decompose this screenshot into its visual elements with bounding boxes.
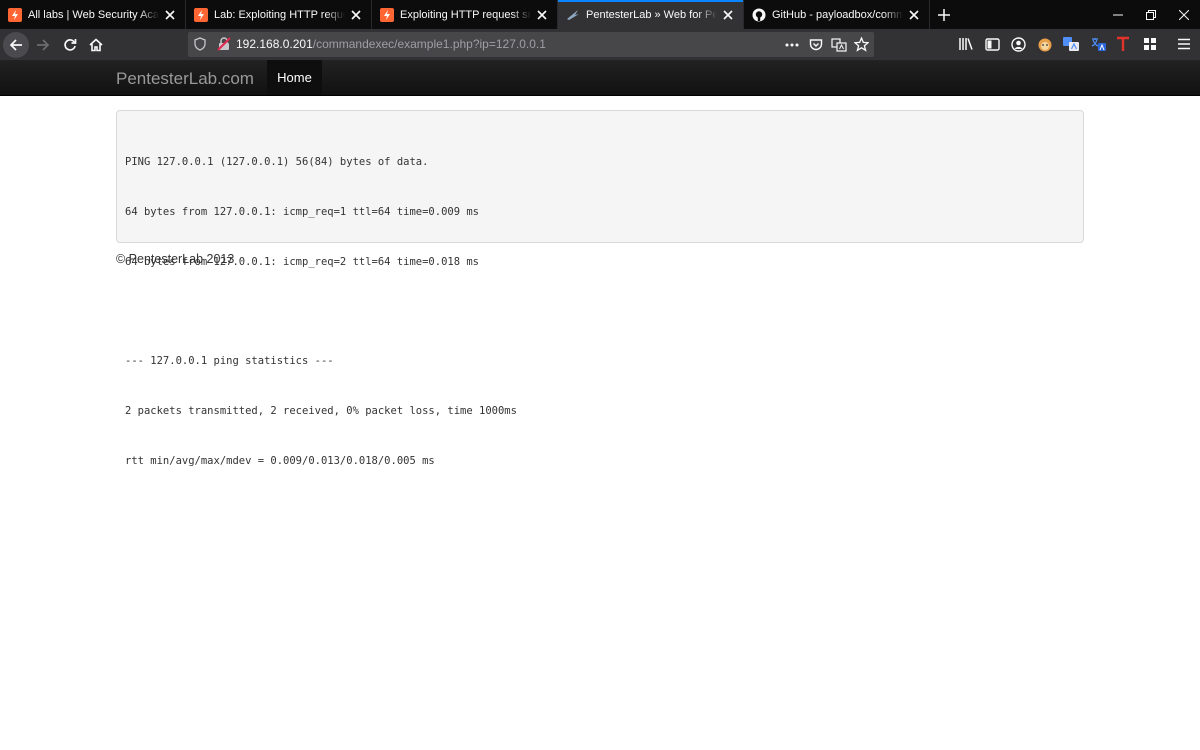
close-icon[interactable] (535, 8, 549, 22)
pocket-icon (809, 38, 822, 50)
tab-title: All labs | Web Security Academy (28, 8, 159, 21)
window-controls (1101, 0, 1200, 29)
portswigger-icon (380, 7, 394, 22)
output-line: PING 127.0.0.1 (127.0.0.1) 56(84) bytes … (125, 156, 429, 169)
translate-alt-icon (1091, 38, 1106, 51)
new-tab-button[interactable] (930, 0, 958, 29)
url-path: /commandexec/example1.php?ip=127.0.0.1 (312, 37, 546, 51)
forward-button[interactable] (30, 32, 56, 58)
account-icon (1010, 36, 1026, 52)
tab-title: Lab: Exploiting HTTP request smuggling (214, 8, 345, 21)
more-dots-icon (785, 43, 798, 46)
minimize-button[interactable] (1101, 0, 1134, 29)
account-button[interactable] (1009, 35, 1027, 53)
home-button[interactable] (83, 32, 109, 58)
pentesterlab-icon (566, 8, 580, 22)
translate-icon (830, 37, 847, 52)
close-icon[interactable] (163, 8, 177, 22)
page-footer: © PentesterLab 2013 (116, 252, 235, 266)
restore-button[interactable] (1134, 0, 1167, 29)
hamburger-menu-icon (1178, 38, 1190, 50)
tab-lab-smuggling[interactable]: Lab: Exploiting HTTP request smuggling (186, 0, 372, 29)
output-line: 2 packets transmitted, 2 received, 0% pa… (125, 405, 517, 418)
forward-arrow-icon (37, 39, 50, 51)
translate-extension-icon (1063, 37, 1079, 51)
url-bar[interactable]: 192.168.0.201/commandexec/example1.php?i… (188, 32, 874, 57)
tab-title: PentesterLab » Web for Pentester (586, 8, 717, 21)
reload-icon (64, 39, 77, 51)
back-button[interactable] (3, 32, 29, 58)
navigation-toolbar: 192.168.0.201/commandexec/example1.php?i… (0, 29, 1200, 70)
tab-all-labs[interactable]: All labs | Web Security Academy (0, 0, 186, 29)
local-proxy-extension-button[interactable] (1036, 35, 1054, 53)
grid-icon (1144, 38, 1156, 50)
output-line: 64 bytes from 127.0.0.1: icmp_req=2 ttl=… (125, 255, 480, 268)
plus-icon (938, 8, 950, 21)
site-navbar: PentesterLab.com Home (0, 60, 1200, 96)
sidebar-icon (984, 37, 1000, 51)
tab-github[interactable]: GitHub - payloadbox/command-injection (744, 0, 930, 29)
close-icon[interactable] (721, 8, 735, 22)
nav-home-link[interactable]: Home (267, 60, 322, 95)
open-menu-button[interactable] (1175, 35, 1193, 53)
extensions-menu-button[interactable] (1141, 35, 1159, 53)
github-icon (752, 8, 766, 22)
back-arrow-icon (9, 39, 22, 51)
output-line: --- 127.0.0.1 ping statistics --- (125, 355, 334, 368)
site-brand[interactable]: PentesterLab.com (116, 69, 254, 89)
portswigger-icon (8, 7, 22, 22)
close-icon (1178, 9, 1189, 20)
page-actions-button[interactable] (783, 36, 800, 53)
url-host: 192.168.0.201 (236, 37, 313, 51)
output-line: 64 bytes from 127.0.0.1: icmp_req=1 ttl=… (125, 205, 480, 218)
minimize-icon (1112, 14, 1123, 15)
library-icon (959, 38, 973, 50)
translate-button[interactable] (830, 36, 847, 53)
tab-title: GitHub - payloadbox/command-injection (772, 8, 903, 21)
portswigger-icon (194, 7, 208, 22)
t-letter-icon (1117, 36, 1129, 51)
tab-exploiting-smuggling[interactable]: Exploiting HTTP request smuggling (372, 0, 558, 29)
library-button[interactable] (957, 35, 975, 53)
tab-strip: All labs | Web Security Academy Lab: Exp… (0, 0, 1200, 29)
t-extension-button[interactable] (1114, 35, 1132, 53)
restore-icon (1145, 9, 1156, 20)
url-text[interactable]: 192.168.0.201/commandexec/example1.php?i… (236, 37, 546, 51)
close-window-button[interactable] (1167, 0, 1200, 29)
translator-extension-button[interactable] (1062, 35, 1080, 53)
fox-face-icon (1038, 38, 1052, 52)
sidebar-button[interactable] (983, 35, 1001, 53)
reload-button[interactable] (57, 32, 83, 58)
insecure-connection-icon[interactable] (217, 37, 231, 54)
pocket-button[interactable] (807, 36, 824, 53)
close-icon[interactable] (907, 8, 921, 22)
close-icon[interactable] (349, 8, 363, 22)
command-output: PING 127.0.0.1 (127.0.0.1) 56(84) bytes … (116, 110, 1084, 467)
tab-pentesterlab[interactable]: PentesterLab » Web for Pentester (558, 0, 744, 29)
translate-extension-button[interactable] (1089, 35, 1107, 53)
bookmark-star-button[interactable] (853, 36, 870, 53)
star-icon (854, 37, 869, 52)
tracking-shield-icon[interactable] (194, 37, 206, 54)
tab-title: Exploiting HTTP request smuggling (400, 8, 531, 21)
output-line: rtt min/avg/max/mdev = 0.009/0.013/0.018… (125, 454, 435, 467)
home-icon (89, 38, 103, 52)
